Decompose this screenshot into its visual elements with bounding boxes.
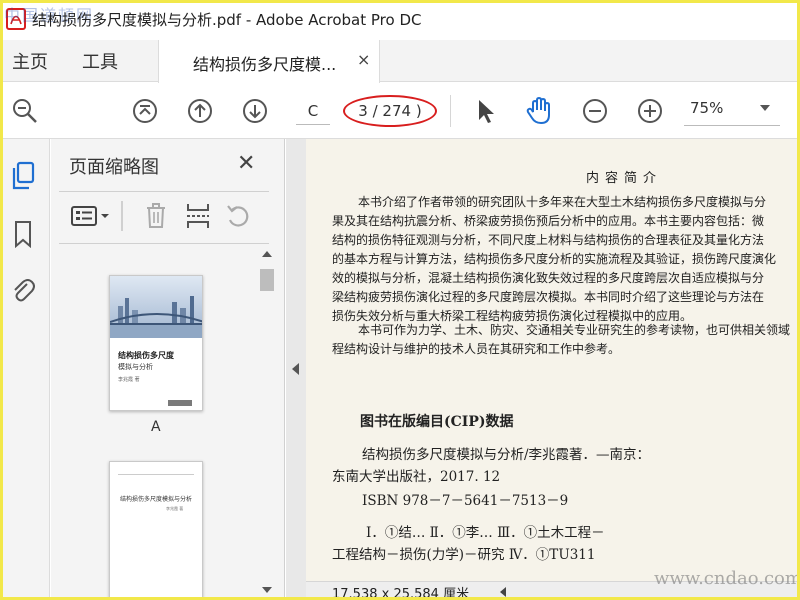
cursor-arrow-icon bbox=[479, 100, 494, 123]
arrow-down-circle-icon bbox=[243, 99, 267, 123]
bridge-skyline-image bbox=[110, 296, 202, 338]
document-paragraph-line: 的基本方程与计算方法，结构损伤多尺度分析的实施流程及其验证，损伤跨尺度演化 bbox=[332, 252, 777, 266]
zoom-search-button[interactable] bbox=[10, 96, 40, 126]
list-options-icon bbox=[71, 206, 109, 226]
zoom-out-button[interactable] bbox=[580, 96, 610, 126]
page-size: 17.538 x 25.584 厘米 bbox=[332, 587, 470, 600]
document-view[interactable]: 内容简介 本书介绍了作者带领的研究团队十多年来在大型土木结构损伤多尺度模拟与分 … bbox=[306, 139, 800, 600]
watermark-bottom: www.cndao.com bbox=[654, 568, 800, 589]
page-count: 3 / 274 ) bbox=[343, 95, 437, 127]
tab-close-icon[interactable]: × bbox=[357, 50, 370, 69]
next-page-button[interactable] bbox=[240, 96, 270, 126]
plus-circle-icon bbox=[638, 99, 662, 123]
first-page-icon bbox=[133, 99, 157, 123]
hand-icon bbox=[526, 96, 550, 125]
hand-tool-button[interactable] bbox=[524, 96, 554, 126]
previous-page-button[interactable] bbox=[185, 96, 215, 126]
page-number-input[interactable]: C bbox=[296, 97, 330, 125]
bookmark-icon bbox=[15, 221, 31, 248]
arrow-up-circle-icon bbox=[188, 99, 212, 123]
cover-subtitle: 模拟与分析 bbox=[118, 363, 153, 371]
insert-page-icon bbox=[187, 204, 209, 228]
cover-image bbox=[110, 276, 202, 338]
magnifier-minus-icon bbox=[13, 99, 37, 123]
navigation-rail bbox=[0, 139, 50, 600]
rotate-page-button[interactable] bbox=[223, 201, 253, 231]
title-bar: 中国道顿网 结构损伤多尺度模拟与分析.pdf - Adobe Acrobat P… bbox=[0, 0, 800, 40]
thumbnail-scrollbar[interactable] bbox=[257, 247, 277, 600]
cip-line: 工程结构－损伤(力学)－研究 Ⅳ．①TU311 bbox=[332, 547, 596, 563]
document-heading: 内容简介 bbox=[586, 171, 663, 186]
cip-line: ISBN 978－7－5641－7513－9 bbox=[362, 493, 569, 509]
cip-line: 东南大学出版社，2017. 12 bbox=[332, 469, 501, 485]
collapse-panel-icon[interactable] bbox=[292, 363, 299, 375]
cover-title: 结构损伤多尺度 bbox=[118, 351, 174, 360]
tab-tools[interactable]: 工具 bbox=[82, 48, 118, 74]
thumbnail-list: 结构损伤多尺度 模拟与分析 李兆霞 著 A 结构损伤多尺度模拟与分析 李兆霞 著 bbox=[51, 247, 257, 600]
scroll-thumb[interactable] bbox=[260, 269, 274, 291]
select-tool-button[interactable] bbox=[470, 96, 500, 126]
tab-row: 主页 工具 结构损伤多尺度模... × bbox=[0, 40, 800, 83]
zoom-field-underline bbox=[684, 125, 780, 126]
panel-divider-secondary bbox=[59, 243, 269, 244]
zoom-level[interactable]: 75% bbox=[690, 99, 723, 117]
page-thumbnails-icon bbox=[12, 161, 35, 190]
document-paragraph-line: 结构的损伤特征观测与分析，不同尺度上材料与结构损伤的合理表征及其量化方法 bbox=[332, 233, 765, 247]
minus-circle-icon bbox=[583, 99, 607, 123]
cip-line: 结构损伤多尺度模拟与分析/李兆霞著．—南京： bbox=[362, 447, 651, 463]
status-left-arrow-icon[interactable] bbox=[500, 587, 506, 597]
document-paragraph-line: 程结构设计与维护的技术人员在其研究和工作中参考。 bbox=[332, 342, 621, 356]
panel-divider bbox=[59, 191, 269, 192]
panel-tool-divider bbox=[121, 201, 123, 231]
thumbnail-label: A bbox=[151, 419, 161, 435]
trash-icon bbox=[147, 203, 165, 228]
tab-document[interactable]: 结构损伤多尺度模... × bbox=[158, 40, 380, 83]
document-paragraph-line: 本书可作为力学、土木、防灾、交通相关专业研究生的参考读物，也可供相关领域 bbox=[358, 323, 791, 337]
toolbar: C 3 / 274 ) 75% bbox=[0, 83, 800, 139]
first-page-button[interactable] bbox=[130, 96, 160, 126]
title-page-title: 结构损伤多尺度模拟与分析 bbox=[120, 496, 193, 503]
zoom-dropdown-chevron-icon[interactable] bbox=[760, 105, 770, 111]
delete-page-button[interactable] bbox=[141, 201, 171, 231]
bookmarks-button[interactable] bbox=[9, 219, 37, 249]
thumbnail-page-cover[interactable]: 结构损伤多尺度 模拟与分析 李兆霞 著 bbox=[109, 275, 203, 411]
document-paragraph-line: 梁结构疲劳损伤演化过程的多尺度跨层次模拟。本书同时介绍了这些理论与方法在 bbox=[332, 290, 765, 304]
rotate-icon bbox=[227, 205, 249, 227]
tab-home[interactable]: 主页 bbox=[12, 48, 48, 74]
thumbnail-page-title[interactable]: 结构损伤多尺度模拟与分析 李兆霞 著 bbox=[109, 461, 203, 600]
publisher-logo bbox=[168, 400, 192, 406]
attachments-button[interactable] bbox=[9, 275, 37, 305]
window-title: 结构损伤多尺度模拟与分析.pdf - Adobe Acrobat Pro DC bbox=[32, 11, 422, 29]
panel-title: 页面缩略图 bbox=[69, 157, 159, 178]
title-page-author: 李兆霞 著 bbox=[166, 506, 184, 511]
cover-author: 李兆霞 著 bbox=[118, 377, 140, 383]
panel-splitter[interactable] bbox=[286, 139, 306, 600]
document-paragraph-line: 效的模拟与分析，混凝土结构损伤演化致失效过程的多尺度跨层次自适应模拟与分 bbox=[332, 271, 765, 285]
paperclip-icon bbox=[14, 279, 35, 302]
document-paragraph-line: 果及其在结构抗震分析、桥梁疲劳损伤预后分析中的应用。本书主要内容包括：微 bbox=[332, 214, 765, 228]
panel-close-icon[interactable]: ✕ bbox=[237, 151, 255, 176]
cip-line: Ⅰ．①结… Ⅱ．①李… Ⅲ．①土木工程－ bbox=[366, 525, 605, 541]
scroll-down-icon[interactable] bbox=[262, 587, 272, 593]
zoom-in-button[interactable] bbox=[635, 96, 665, 126]
page-rule bbox=[118, 474, 194, 475]
toolbar-divider bbox=[450, 95, 451, 127]
page-thumbnails-panel: 页面缩略图 ✕ 结构损伤多尺度 模拟与分析 李兆霞 著 A 结构损伤多尺度模拟与… bbox=[51, 139, 285, 600]
document-paragraph-line: 本书介绍了作者带领的研究团队十多年来在大型土木结构损伤多尺度模拟与分 bbox=[358, 195, 767, 209]
scroll-up-icon[interactable] bbox=[262, 251, 272, 257]
tab-document-label: 结构损伤多尺度模... bbox=[193, 55, 337, 74]
extract-page-button[interactable] bbox=[183, 201, 213, 231]
cip-heading: 图书在版编目(CIP)数据 bbox=[360, 414, 514, 430]
page-thumbnails-button[interactable] bbox=[9, 161, 37, 191]
thumbnail-options-button[interactable] bbox=[69, 201, 113, 231]
